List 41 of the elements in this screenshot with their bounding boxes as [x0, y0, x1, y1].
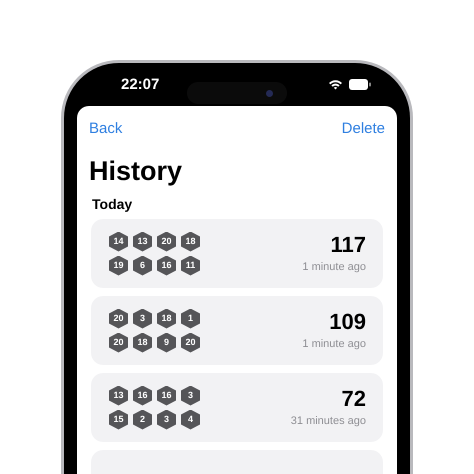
roll-time: 31 minutes ago [290, 415, 366, 428]
die-badge: 18 [157, 308, 176, 328]
die-badge: 20 [109, 308, 128, 328]
die-badge: 20 [157, 232, 176, 252]
status-time: 22:07 [121, 77, 160, 92]
die-badge: 16 [157, 386, 176, 406]
roll-total: 117 [330, 233, 366, 257]
wifi-icon [328, 79, 343, 90]
battery-icon [349, 79, 371, 90]
die-badge: 13 [133, 232, 152, 252]
delete-button[interactable]: Delete [342, 118, 385, 140]
die-badge: 2 [133, 410, 152, 430]
die-badge: 19 [109, 256, 128, 276]
die-badge: 16 [157, 256, 176, 276]
die-badge: 20 [181, 332, 200, 352]
die-badge: 1 [181, 308, 200, 328]
roll-total: 109 [329, 310, 366, 334]
die-badge: 4 [181, 410, 200, 430]
die-badge: 18 [133, 332, 152, 352]
roll-card[interactable]: 14 13 20 18 19 6 16 11 117 1 minute ago [91, 219, 383, 288]
camera-icon [266, 90, 273, 96]
die-badge: 16 [133, 386, 152, 406]
die-badge: 14 [109, 232, 128, 252]
die-badge: 9 [157, 332, 176, 352]
die-badge: 3 [181, 386, 200, 406]
back-button[interactable]: Back [89, 118, 122, 140]
roll-time: 1 minute ago [302, 261, 366, 274]
die-badge: 11 [181, 256, 200, 276]
die-badge: 18 [181, 232, 200, 252]
die-badge: 6 [133, 256, 152, 276]
die-badge: 15 [109, 410, 128, 430]
section-header: Today [91, 197, 134, 211]
die-badge: 3 [157, 410, 176, 430]
page-title: History [89, 158, 184, 185]
roll-card[interactable]: 20 3 18 1 20 18 9 20 109 1 minute ago [91, 296, 383, 365]
die-badge: 3 [133, 308, 152, 328]
die-badge: 20 [109, 332, 128, 352]
roll-time: 1 minute ago [302, 338, 366, 351]
roll-total: 72 [342, 387, 366, 411]
roll-card[interactable]: 13 16 16 3 15 2 3 4 72 31 minutes ago [91, 373, 383, 442]
die-badge: 13 [109, 386, 128, 406]
